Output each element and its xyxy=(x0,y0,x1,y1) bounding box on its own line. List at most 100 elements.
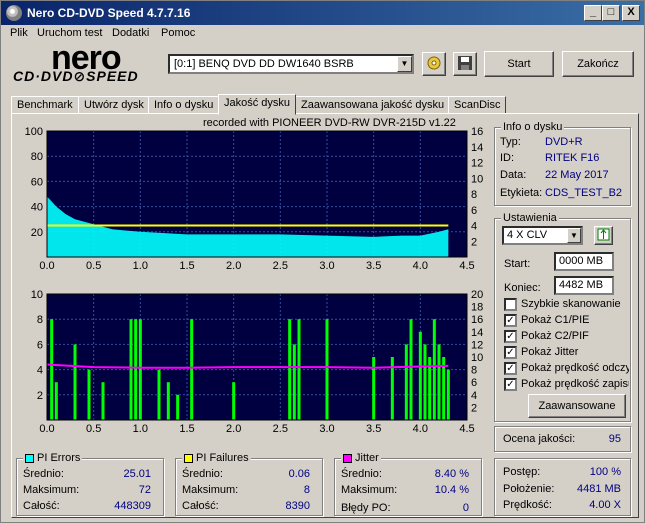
pi-errors-swatch xyxy=(25,453,34,463)
x-tick-label: 0.5 xyxy=(86,260,101,272)
close-button[interactable]: X xyxy=(622,5,640,21)
data-bar xyxy=(297,319,301,420)
data-bar xyxy=(129,319,133,420)
speed-select-value: 4 X CLV xyxy=(507,229,548,241)
tab-advanced-disc-quality[interactable]: Zaawansowana jakość dysku xyxy=(295,96,451,114)
menu-run-test[interactable]: Uruchom test xyxy=(37,27,102,39)
y-left-tick-label: 8 xyxy=(37,314,43,326)
y-right-tick-label: 16 xyxy=(471,314,483,326)
tab-create-disc[interactable]: Utwórz dysk xyxy=(78,96,150,114)
x-tick-label: 3.5 xyxy=(366,423,381,435)
pi-errors-max-label: Maksimum: xyxy=(23,484,80,496)
jitter-avg-label: Średnio: xyxy=(341,468,382,480)
data-bar xyxy=(176,394,180,420)
x-tick-label: 4.5 xyxy=(459,260,474,272)
drive-select[interactable]: [0:1] BENQ DVD DD DW1640 BSRB ▼ xyxy=(168,54,414,74)
end-label: Koniec: xyxy=(504,282,541,294)
data-bar xyxy=(292,344,296,420)
pi-errors-title: PI Errors xyxy=(37,452,81,464)
y-right-tick-label: 10 xyxy=(471,352,483,364)
y-right-tick-label: 18 xyxy=(471,302,483,314)
y-left-tick-label: 4 xyxy=(37,365,43,377)
end-field[interactable]: 4482 MB xyxy=(554,276,614,295)
disc-id-label: ID: xyxy=(500,152,515,164)
progress-label: Postęp: xyxy=(503,466,541,478)
start-button[interactable]: Start xyxy=(484,51,554,77)
disc-date-label: Data: xyxy=(500,169,527,181)
x-tick-label: 2.0 xyxy=(226,260,241,272)
option-checkbox[interactable]: ✓ xyxy=(504,362,517,375)
y-right-tick-label: 2 xyxy=(471,402,477,414)
tab-disc-info[interactable]: Info o dysku xyxy=(148,96,220,114)
x-tick-label: 1.5 xyxy=(179,260,194,272)
chevron-down-icon[interactable]: ▼ xyxy=(567,228,581,243)
jitter-max-label: Maksimum: xyxy=(341,484,398,496)
pi-errors-total-value: 448309 xyxy=(114,500,151,512)
y-right-tick-label: 6 xyxy=(471,377,477,389)
option-checkbox-label: Pokaż C2/PIF xyxy=(521,330,589,342)
pi-errors-avg-label: Średnio: xyxy=(23,468,64,480)
x-tick-label: 1.0 xyxy=(133,423,148,435)
disc-eject-button[interactable] xyxy=(422,52,446,76)
position-value: 4481 MB xyxy=(576,483,621,495)
cd-dvd-speed-logo: CD·DVD⊘SPEED xyxy=(13,68,139,84)
y-left-tick-label: 20 xyxy=(31,227,43,239)
pi-errors-max-value: 72 xyxy=(138,484,151,496)
speed-value: 4.00 X xyxy=(589,499,621,511)
data-bar xyxy=(325,319,329,420)
tab-benchmark[interactable]: Benchmark xyxy=(11,96,79,114)
maximize-button[interactable]: □ xyxy=(602,5,620,21)
option-checkbox-label: Pokaż prędkość odczy xyxy=(521,362,629,374)
option-checkbox[interactable] xyxy=(504,298,517,311)
pi-errors-total-label: Całość: xyxy=(23,500,60,512)
option-checkbox[interactable]: ✓ xyxy=(504,378,517,391)
chevron-down-icon[interactable]: ▼ xyxy=(397,56,412,72)
quality-score-value: 95 xyxy=(608,433,621,445)
y-left-tick-label: 2 xyxy=(37,390,43,402)
x-tick-label: 3.0 xyxy=(319,423,334,435)
end-button[interactable]: Zakończ xyxy=(562,51,634,77)
menu-extras[interactable]: Dodatki xyxy=(112,27,149,39)
option-checkbox[interactable]: ✓ xyxy=(504,346,517,359)
y-right-tick-label: 8 xyxy=(471,365,477,377)
data-bar xyxy=(157,369,161,420)
y-left-tick-label: 40 xyxy=(31,202,43,214)
y-right-tick-label: 16 xyxy=(471,126,483,138)
menu-file[interactable]: Plik xyxy=(10,27,28,39)
pi-failures-total-label: Całość: xyxy=(182,500,219,512)
y-left-tick-label: 10 xyxy=(31,289,43,301)
advanced-button[interactable]: Zaawansowane xyxy=(528,394,626,418)
tab-bar: Benchmark Utwórz dysk Info o dysku Jakoś… xyxy=(11,94,641,115)
menu-help[interactable]: Pomoc xyxy=(161,27,195,39)
y-left-tick-label: 80 xyxy=(31,151,43,163)
refresh-button[interactable] xyxy=(594,226,613,245)
data-bar xyxy=(437,344,441,420)
save-button[interactable] xyxy=(453,52,477,76)
data-bar xyxy=(232,382,236,420)
jitter-title: Jitter xyxy=(355,452,379,464)
app-window: Nero CD-DVD Speed 4.7.7.16 _ □ X Plik Ur… xyxy=(0,0,645,523)
speed-select[interactable]: 4 X CLV ▼ xyxy=(502,226,583,245)
tab-scandisc[interactable]: ScanDisc xyxy=(448,96,507,114)
option-checkbox[interactable]: ✓ xyxy=(504,330,517,343)
start-field[interactable]: 0000 MB xyxy=(554,252,614,271)
y-right-tick-label: 12 xyxy=(471,339,483,351)
y-left-tick-label: 100 xyxy=(25,126,43,138)
y-right-tick-label: 4 xyxy=(471,221,477,233)
data-bar xyxy=(418,331,422,420)
jitter-legend: Jitter xyxy=(341,452,381,464)
window-title: Nero CD-DVD Speed 4.7.7.16 xyxy=(27,6,191,20)
data-bar xyxy=(138,319,142,420)
x-tick-label: 1.0 xyxy=(133,260,148,272)
minimize-button[interactable]: _ xyxy=(584,5,602,21)
tab-disc-quality[interactable]: Jakość dysku xyxy=(218,94,297,115)
option-checkbox[interactable]: ✓ xyxy=(504,314,517,327)
refresh-icon xyxy=(597,228,610,241)
y-right-tick-label: 14 xyxy=(471,142,483,154)
option-checkbox-label: Pokaż Jitter xyxy=(521,346,579,358)
pi-errors-avg-value: 25.01 xyxy=(123,468,151,480)
x-tick-label: 2.0 xyxy=(226,423,241,435)
start-label: Start: xyxy=(504,258,531,270)
y-left-tick-label: 60 xyxy=(31,176,43,188)
pi-failures-total-value: 8390 xyxy=(285,500,310,512)
